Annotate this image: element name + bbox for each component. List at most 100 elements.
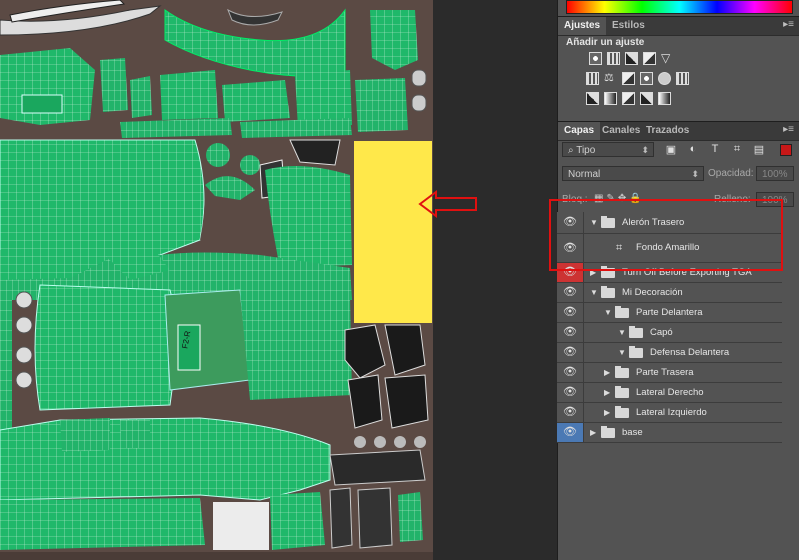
lock-label: Bloq.: (562, 194, 588, 205)
selective-color-icon[interactable] (640, 92, 653, 105)
photo-filter-icon[interactable] (640, 72, 653, 85)
layer-row[interactable]: 👁 ▼ Mi Decoración (557, 283, 782, 303)
layer-row[interactable]: 👁 ▶ base (557, 423, 782, 443)
expand-arrow-icon[interactable]: ▶ (604, 363, 610, 382)
opacity-input[interactable]: 100% (756, 166, 794, 181)
layer-row[interactable]: 👁 ⌗ Fondo Amarillo (557, 234, 782, 263)
expand-arrow-icon[interactable]: ▶ (590, 263, 596, 282)
brightness-contrast-icon[interactable] (589, 52, 602, 65)
tab-capas[interactable]: Capas (558, 122, 601, 140)
visibility-eye-icon[interactable]: 👁 (557, 403, 584, 422)
visibility-eye-icon[interactable]: 👁 (557, 363, 584, 382)
type-filter-icon[interactable]: T (709, 143, 721, 156)
document-canvas[interactable]: F2-R (0, 0, 433, 560)
exposure-icon[interactable] (643, 52, 656, 65)
folder-icon (615, 305, 629, 318)
layers-tabbar: Capas Canales Trazados ▸≡ (558, 121, 799, 141)
fill-label: Relleno: (714, 194, 751, 205)
levels-icon[interactable] (607, 52, 620, 65)
smart-object-filter-icon[interactable]: ▤ (753, 143, 765, 156)
tab-canales[interactable]: Canales (596, 122, 646, 140)
lock-icons[interactable]: ▦✎✥🔒 (594, 193, 645, 204)
blend-mode-value: Normal (568, 169, 601, 180)
layers-menu-icon[interactable]: ▸≡ (783, 124, 794, 135)
layer-name: Lateral Izquierdo (636, 407, 707, 418)
collapse-arrow-icon[interactable]: ▼ (618, 343, 626, 362)
color-spectrum-bar[interactable] (566, 0, 793, 14)
visibility-eye-icon[interactable]: 👁 (557, 323, 584, 342)
filter-toggle-switch[interactable] (780, 144, 792, 156)
color-balance-icon[interactable]: ⚖ (604, 72, 617, 85)
visibility-eye-icon[interactable]: 👁 (557, 383, 584, 402)
layer-name: Lateral Derecho (636, 387, 704, 398)
layer-row[interactable]: 👁 ▶ Turn Off Before Exporting TGA (557, 263, 782, 283)
vibrance-icon[interactable]: ▽ (661, 52, 674, 65)
expand-arrow-icon[interactable]: ▶ (604, 403, 610, 422)
artboard-frame-icon: ⌗ (616, 242, 623, 254)
folder-icon (601, 215, 615, 228)
threshold-icon[interactable] (622, 92, 635, 105)
visibility-eye-icon[interactable]: 👁 (557, 234, 584, 262)
folder-icon (615, 405, 629, 418)
layer-row[interactable]: 👁 ▼ Capó (557, 323, 782, 343)
layer-name: Capó (650, 327, 673, 338)
black-white-icon[interactable] (622, 72, 635, 85)
layer-name: Turn Off Before Exporting TGA (622, 267, 752, 278)
adjustment-icons-grid: ▽ ⚖ (586, 52, 769, 112)
tab-trazados[interactable]: Trazados (640, 122, 695, 140)
layer-filter-dropdown[interactable]: ⌕ Tipo ⬍ (562, 142, 654, 157)
hue-saturation-icon[interactable] (586, 72, 599, 85)
layer-row[interactable]: 👁 ▶ Lateral Izquierdo (557, 403, 782, 423)
expand-arrow-icon[interactable]: ▶ (604, 383, 610, 402)
collapse-arrow-icon[interactable]: ▼ (604, 303, 612, 322)
layer-name: Defensa Delantera (650, 347, 730, 358)
updown-caret-icon: ⬍ (691, 169, 699, 179)
updown-caret-icon: ⬍ (641, 145, 649, 155)
layer-row[interactable]: 👁 ▶ Parte Trasera (557, 363, 782, 383)
visibility-eye-icon[interactable]: 👁 (557, 212, 584, 233)
tab-ajustes[interactable]: Ajustes (558, 17, 607, 35)
panel-menu-icon[interactable]: ▸≡ (783, 19, 794, 30)
layer-row[interactable]: 👁 ▼ Alerón Trasero (557, 212, 782, 234)
visibility-eye-icon[interactable]: 👁 (557, 303, 584, 322)
layer-name: Fondo Amarillo (636, 242, 700, 253)
panel-scroll-strip[interactable] (782, 212, 799, 560)
visibility-eye-icon[interactable]: 👁 (557, 263, 584, 282)
yellow-background-fill (354, 141, 432, 323)
opacity-value: 100% (762, 169, 788, 180)
blend-mode-dropdown[interactable]: Normal ⬍ (562, 166, 704, 181)
visibility-eye-icon[interactable]: 👁 (557, 283, 584, 302)
layer-row[interactable]: 👁 ▼ Defensa Delantera (557, 343, 782, 363)
image-filter-icon[interactable]: ▣ (665, 143, 677, 156)
layer-name: Mi Decoración (622, 287, 683, 298)
layer-filter-icons: ▣ ◐ T ⌗ ▤ (665, 143, 765, 156)
posterize-icon[interactable] (604, 92, 617, 105)
invert-icon[interactable] (586, 92, 599, 105)
layer-row[interactable]: 👁 ▶ Lateral Derecho (557, 383, 782, 403)
visibility-eye-icon[interactable]: 👁 (557, 423, 584, 442)
adjustment-filter-icon[interactable]: ◐ (687, 143, 699, 156)
red-arrow-annotation (418, 190, 477, 218)
layers-list: 👁 ▼ Alerón Trasero 👁 ⌗ Fondo Amarillo 👁 ▶ Turn O… (557, 212, 782, 443)
fill-input[interactable]: 100% (756, 192, 794, 207)
layer-name: Parte Trasera (636, 367, 694, 378)
pasteboard (433, 0, 557, 560)
expand-arrow-icon[interactable]: ▶ (590, 423, 596, 442)
color-lookup-icon[interactable] (676, 72, 689, 85)
collapse-arrow-icon[interactable]: ▼ (590, 283, 598, 302)
visibility-eye-icon[interactable]: 👁 (557, 343, 584, 362)
adjustments-tabbar: Ajustes Estilos ▸≡ (558, 16, 799, 36)
layer-row[interactable]: 👁 ▼ Parte Delantera (557, 303, 782, 323)
gradient-map-icon[interactable] (658, 92, 671, 105)
curves-icon[interactable] (625, 52, 638, 65)
layer-name: base (622, 427, 643, 438)
tab-estilos[interactable]: Estilos (606, 17, 651, 35)
layer-filter-label: Tipo (576, 145, 596, 156)
collapse-arrow-icon[interactable]: ▼ (590, 212, 598, 233)
shape-filter-icon[interactable]: ⌗ (731, 143, 743, 156)
collapse-arrow-icon[interactable]: ▼ (618, 323, 626, 342)
folder-icon (601, 425, 615, 438)
channel-mixer-icon[interactable] (658, 72, 671, 85)
folder-icon (601, 285, 615, 298)
add-adjustment-title: Añadir un ajuste (566, 37, 645, 48)
